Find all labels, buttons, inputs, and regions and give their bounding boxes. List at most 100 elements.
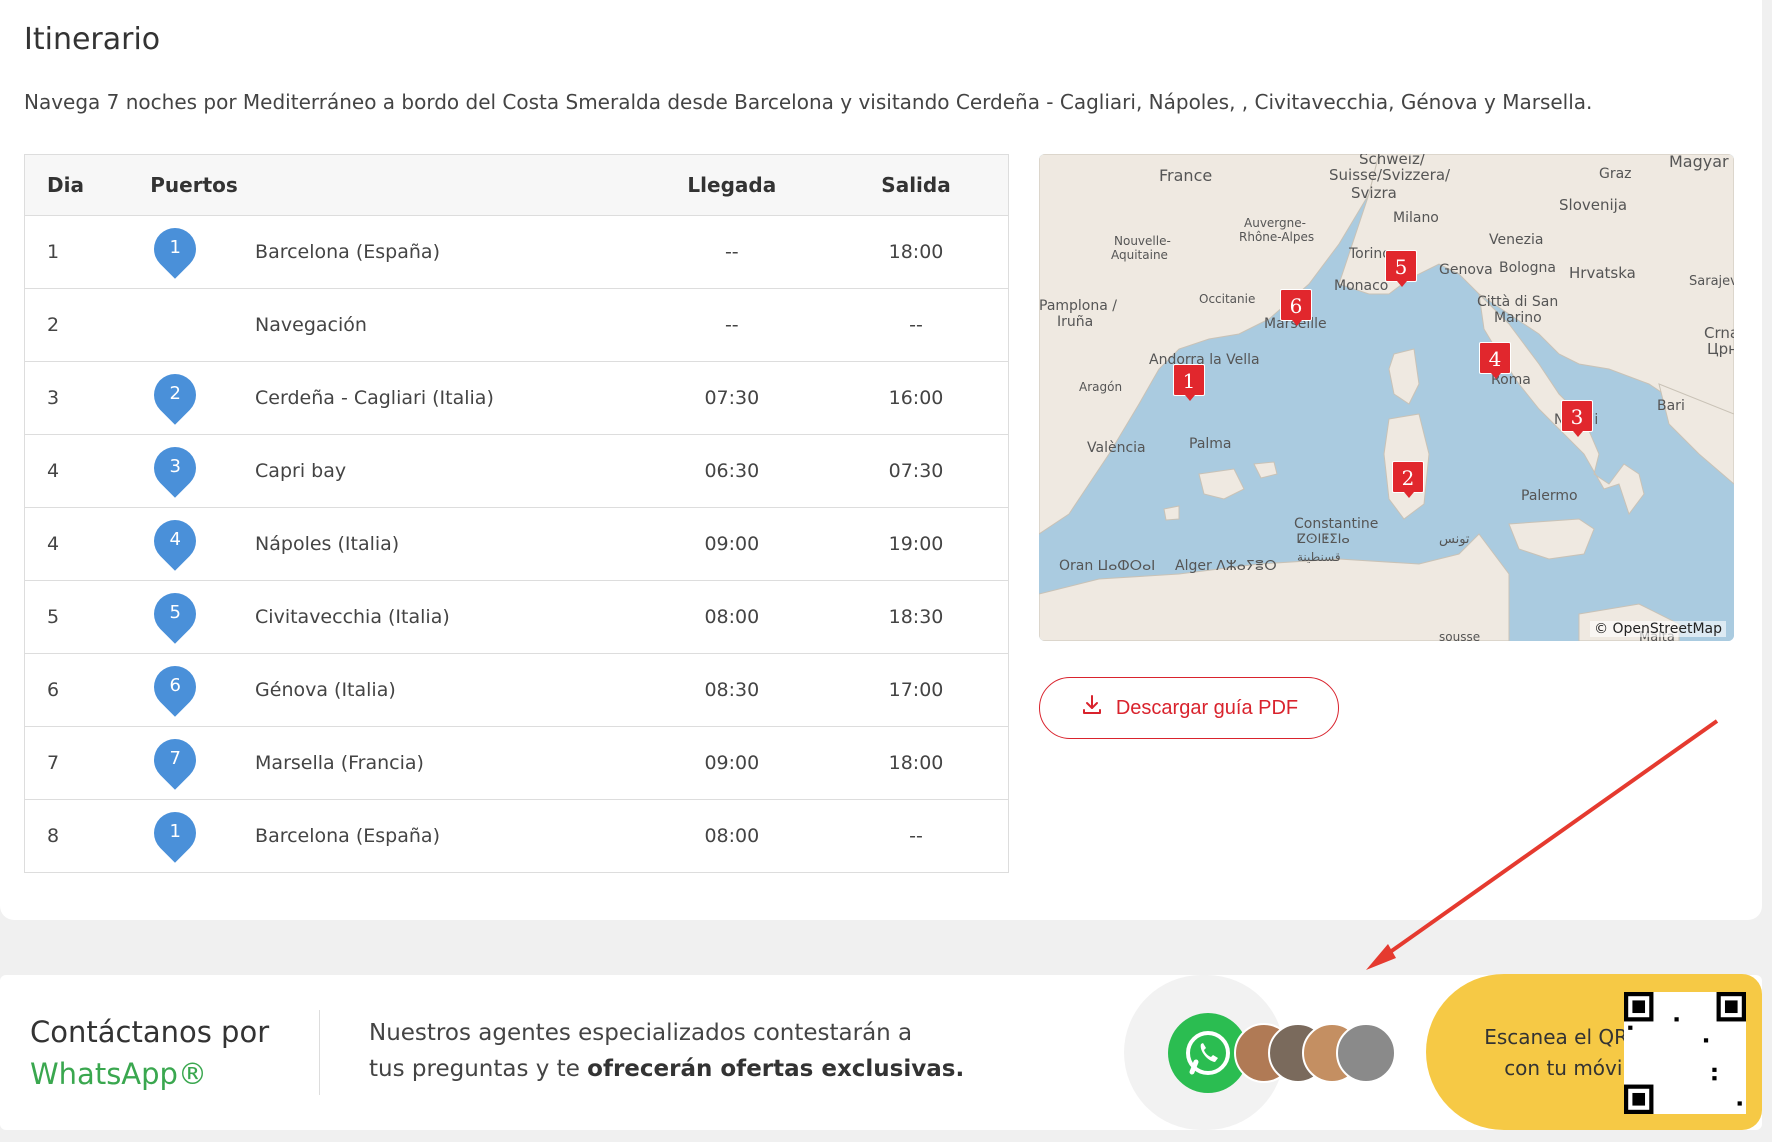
map-label: Nouvelle- [1114,234,1171,248]
table-row: 2 Navegación -- -- [24,288,1009,362]
cell-pin: 6 [145,653,256,727]
port-marker-icon: 5 [145,584,205,644]
cell-dia: 2 [24,288,151,362]
cell-port: Barcelona (España) [255,799,640,873]
table-row: 4 4 Nápoles (Italia) 09:00 19:00 [24,507,1009,581]
cell-dia: 1 [24,215,151,289]
map-label: Constantine [1294,516,1379,532]
itinerary-table: Dia Puertos Llegada Salida 1 1 Barcelona (… [24,154,1009,873]
cell-arrival: 08:00 [639,580,825,654]
table-header-row: Dia Puertos Llegada Salida [24,154,1009,216]
map-label: Marino [1494,310,1542,326]
header-puertos: Puertos [150,154,256,216]
header-salida: Salida [824,154,1009,216]
cell-port: Navegación [255,288,640,362]
port-marker-icon: 1 [145,219,205,279]
map-label: Црна [1707,340,1734,358]
qr-code-icon[interactable] [1624,992,1746,1114]
map-label: Alger ⴷⵣⴰⵢⴻⵔ [1175,558,1277,574]
map-attribution[interactable]: © OpenStreetMap [1590,621,1726,637]
cell-arrival: 06:30 [639,434,825,508]
table-row: 5 5 Civitavecchia (Italia) 08:00 18:30 [24,580,1009,654]
map-port-marker[interactable]: 4 [1479,342,1511,379]
cell-pin: 3 [145,434,256,508]
whatsapp-desc-highlight: ofrecerán ofertas exclusivas. [587,1056,965,1082]
map-label: Rhône-Alpes [1239,230,1315,244]
map-label: ⵇⵙⵏⵟⵉⵏⴰ [1297,532,1350,547]
cell-departure: 19:00 [824,507,1009,581]
itinerary-intro: Navega 7 noches por Mediterráneo a bordo… [24,90,1593,114]
map-port-marker[interactable]: 3 [1561,400,1593,437]
map-label: Aquitaine [1111,248,1168,262]
header-llegada: Llegada [639,154,825,216]
cell-port: Barcelona (España) [255,215,640,289]
map-label: Graz [1599,166,1632,182]
download-pdf-button[interactable]: Descargar guía PDF [1039,677,1339,739]
route-map[interactable]: France Schweiz/Suisse/Svizzera/Svizra Magy… [1039,154,1734,641]
whatsapp-desc-line2: tus preguntas y te [369,1056,588,1082]
map-label: Suisse/Svizzera/ [1329,166,1451,184]
table-row: 4 3 Capri bay 06:30 07:30 [24,434,1009,508]
download-pdf-label: Descargar guía PDF [1115,696,1299,719]
cell-port: Capri bay [255,434,640,508]
port-marker-icon: 2 [145,365,205,425]
cell-arrival: 09:00 [639,726,825,800]
map-label: Milano [1393,210,1439,226]
map-label: Genova [1439,262,1493,278]
map-label: Aragón [1079,380,1123,394]
map-label: Magyar [1669,154,1729,171]
map-label: Palma [1189,436,1232,452]
cell-pin [150,288,256,362]
port-marker-icon: 4 [145,511,205,571]
cell-departure: 18:30 [824,580,1009,654]
whatsapp-desc-line1: Nuestros agentes especializados contesta… [369,1020,913,1046]
map-label: Palermo [1521,488,1578,504]
map-port-marker[interactable]: 5 [1385,250,1417,287]
cell-departure: 07:30 [824,434,1009,508]
table-row: 1 1 Barcelona (España) -- 18:00 [24,215,1009,289]
table-body: 1 1 Barcelona (España) -- 18:00 2 Navegación --… [24,215,1009,873]
itinerary-card: Itinerario Navega 7 noches por Mediterrá… [0,0,1762,920]
cell-arrival: -- [639,288,825,362]
cell-arrival: 07:30 [639,361,825,435]
map-label: Occitanie [1199,292,1256,306]
cell-arrival: 08:30 [639,653,825,727]
cell-arrival: -- [639,215,825,289]
map-label: Pamplona / [1039,298,1117,314]
map-label: Sarajevo [1689,274,1734,289]
table-row: 8 1 Barcelona (España) 08:00 -- [24,799,1009,873]
map-label: Oran ⵡⴰⵀⵔⴰⵏ [1059,558,1156,574]
cell-pin: 4 [145,507,256,581]
map-label: Svizra [1351,184,1397,202]
agent-avatar [1336,1023,1396,1083]
cell-dia: 7 [24,726,151,800]
map-port-marker[interactable]: 1 [1173,364,1205,401]
cell-departure: -- [824,288,1009,362]
qr-caption: Escanea el QR con tu móvil [1448,1022,1628,1084]
port-marker-icon: 3 [145,438,205,498]
cell-dia: 8 [24,799,151,873]
port-marker-icon: 7 [145,730,205,790]
cell-pin: 5 [145,580,256,654]
map-label: Slovenija [1559,196,1628,214]
cell-dia: 3 [24,361,151,435]
cell-dia: 5 [24,580,151,654]
header-port-spacer [255,154,640,216]
cell-dia: 4 [24,507,151,581]
port-marker-icon: 1 [145,803,205,863]
table-row: 7 7 Marsella (Francia) 09:00 18:00 [24,726,1009,800]
cell-port: Génova (Italia) [255,653,640,727]
cell-port: Civitavecchia (Italia) [255,580,640,654]
cell-port: Marsella (Francia) [255,726,640,800]
cell-departure: 17:00 [824,653,1009,727]
cell-pin: 7 [145,726,256,800]
cell-dia: 4 [24,434,151,508]
map-label: València [1087,440,1146,456]
map-port-marker[interactable]: 6 [1280,289,1312,326]
whatsapp-title-brand: WhatsApp® [30,1057,207,1091]
map-port-marker[interactable]: 2 [1392,461,1424,498]
map-label: Auvergne- [1244,216,1306,230]
map-label: Iruña [1057,314,1094,330]
cell-port: Nápoles (Italia) [255,507,640,581]
cell-pin: 2 [145,361,256,435]
